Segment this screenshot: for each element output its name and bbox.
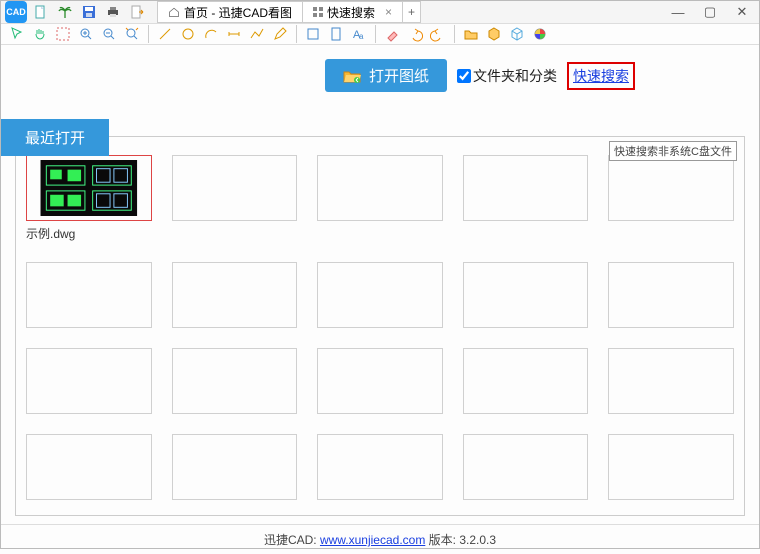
- files-panel: 示例.dwg: [15, 136, 745, 516]
- color-wheel-icon[interactable]: [530, 24, 550, 44]
- file-tile-empty[interactable]: [26, 348, 152, 414]
- file-tile-empty[interactable]: [172, 434, 298, 500]
- open-drawing-button[interactable]: 打开图纸: [325, 59, 447, 92]
- home-icon: [168, 6, 180, 18]
- zoom-out-icon[interactable]: [99, 24, 119, 44]
- quick-search-tooltip: 快速搜索非系统C盘文件: [609, 141, 737, 161]
- file-tile-empty[interactable]: [463, 155, 589, 242]
- new-file-icon[interactable]: [31, 2, 51, 22]
- recent-open-tab[interactable]: 最近打开: [1, 119, 109, 156]
- file-name-label: 示例.dwg: [26, 225, 152, 242]
- line-tool-icon[interactable]: [155, 24, 175, 44]
- svg-text:a: a: [359, 32, 364, 41]
- file-tile-empty[interactable]: [317, 155, 443, 242]
- text-tool-icon[interactable]: Aa: [349, 24, 369, 44]
- folders-checkbox[interactable]: 文件夹和分类: [457, 66, 557, 86]
- tab-add-button[interactable]: +: [403, 1, 421, 23]
- main-panel: 打开图纸 文件夹和分类 快速搜索 快速搜索非系统C盘文件 最近打开: [1, 45, 759, 524]
- pan-tool-icon[interactable]: [30, 24, 50, 44]
- cad-drawing-icon: [31, 160, 147, 216]
- polyline-tool-icon[interactable]: [247, 24, 267, 44]
- grid-icon: [313, 7, 323, 17]
- action-bar: 打开图纸 文件夹和分类 快速搜索: [15, 59, 745, 92]
- redo-icon[interactable]: [428, 24, 448, 44]
- 3d-box-icon[interactable]: [507, 24, 527, 44]
- file-tile-empty[interactable]: [608, 348, 734, 414]
- tabs: 首页 - 迅捷CAD看图 快速搜索 × +: [157, 1, 421, 23]
- file-tile-empty[interactable]: [172, 155, 298, 242]
- erase-tool-icon[interactable]: [382, 24, 402, 44]
- file-tile-empty[interactable]: [463, 434, 589, 500]
- print-icon[interactable]: [103, 2, 123, 22]
- quick-search-link[interactable]: 快速搜索: [567, 62, 635, 90]
- file-tile-empty[interactable]: [463, 348, 589, 414]
- tab-quicksearch-label: 快速搜索: [327, 4, 375, 21]
- dimension-tool-icon[interactable]: [224, 24, 244, 44]
- circle-tool-icon[interactable]: [178, 24, 198, 44]
- file-tile-empty[interactable]: [463, 262, 589, 328]
- file-tile-example[interactable]: 示例.dwg: [26, 155, 152, 242]
- footer-link[interactable]: www.xunjiecad.com: [320, 533, 425, 547]
- cursor-tool-icon[interactable]: [7, 24, 27, 44]
- toolbar: Aa: [1, 24, 759, 45]
- open-folder-icon: [343, 69, 361, 83]
- file-tile-empty[interactable]: [172, 348, 298, 414]
- file-tile-empty[interactable]: [317, 262, 443, 328]
- model-icon[interactable]: [484, 24, 504, 44]
- tab-quicksearch[interactable]: 快速搜索 ×: [303, 1, 403, 23]
- select-box-icon[interactable]: [53, 24, 73, 44]
- file-tile-empty[interactable]: [317, 348, 443, 414]
- zoom-in-icon[interactable]: [76, 24, 96, 44]
- app-logo: CAD: [5, 1, 27, 23]
- file-tile-empty[interactable]: [26, 434, 152, 500]
- footer-prefix: 迅捷CAD:: [264, 533, 320, 547]
- file-thumb: [26, 155, 152, 221]
- file-tile-empty[interactable]: [317, 434, 443, 500]
- edit-tool-icon[interactable]: [270, 24, 290, 44]
- file-tile-empty[interactable]: [608, 434, 734, 500]
- layer-icon[interactable]: [303, 24, 323, 44]
- palm-icon[interactable]: [55, 2, 75, 22]
- tab-close-icon[interactable]: ×: [385, 5, 392, 19]
- undo-icon[interactable]: [405, 24, 425, 44]
- footer: 迅捷CAD: www.xunjiecad.com 版本: 3.2.0.3: [1, 524, 759, 554]
- page-icon[interactable]: [326, 24, 346, 44]
- arc-tool-icon[interactable]: [201, 24, 221, 44]
- folders-checkbox-input[interactable]: [457, 69, 471, 83]
- tab-home[interactable]: 首页 - 迅捷CAD看图: [157, 1, 303, 23]
- file-tile-empty[interactable]: [608, 155, 734, 242]
- tab-home-label: 首页 - 迅捷CAD看图: [184, 4, 292, 21]
- export-icon[interactable]: [127, 2, 147, 22]
- folders-checkbox-label: 文件夹和分类: [473, 66, 557, 86]
- window-controls: ― ▢ ✕: [665, 3, 755, 21]
- folder-tool-icon[interactable]: [461, 24, 481, 44]
- footer-version: 3.2.0.3: [459, 533, 496, 547]
- files-grid: 示例.dwg: [26, 155, 734, 500]
- open-drawing-label: 打开图纸: [369, 65, 429, 86]
- save-icon[interactable]: [79, 2, 99, 22]
- maximize-button[interactable]: ▢: [697, 3, 723, 21]
- minimize-button[interactable]: ―: [665, 3, 691, 21]
- file-tile-empty[interactable]: [26, 262, 152, 328]
- footer-version-prefix: 版本:: [425, 533, 459, 547]
- file-tile-empty[interactable]: [172, 262, 298, 328]
- close-button[interactable]: ✕: [729, 3, 755, 21]
- zoom-fit-icon[interactable]: [122, 24, 142, 44]
- titlebar: CAD 首页 - 迅捷CAD看图 快速搜索 × + ― ▢ ✕: [1, 1, 759, 24]
- file-tile-empty[interactable]: [608, 262, 734, 328]
